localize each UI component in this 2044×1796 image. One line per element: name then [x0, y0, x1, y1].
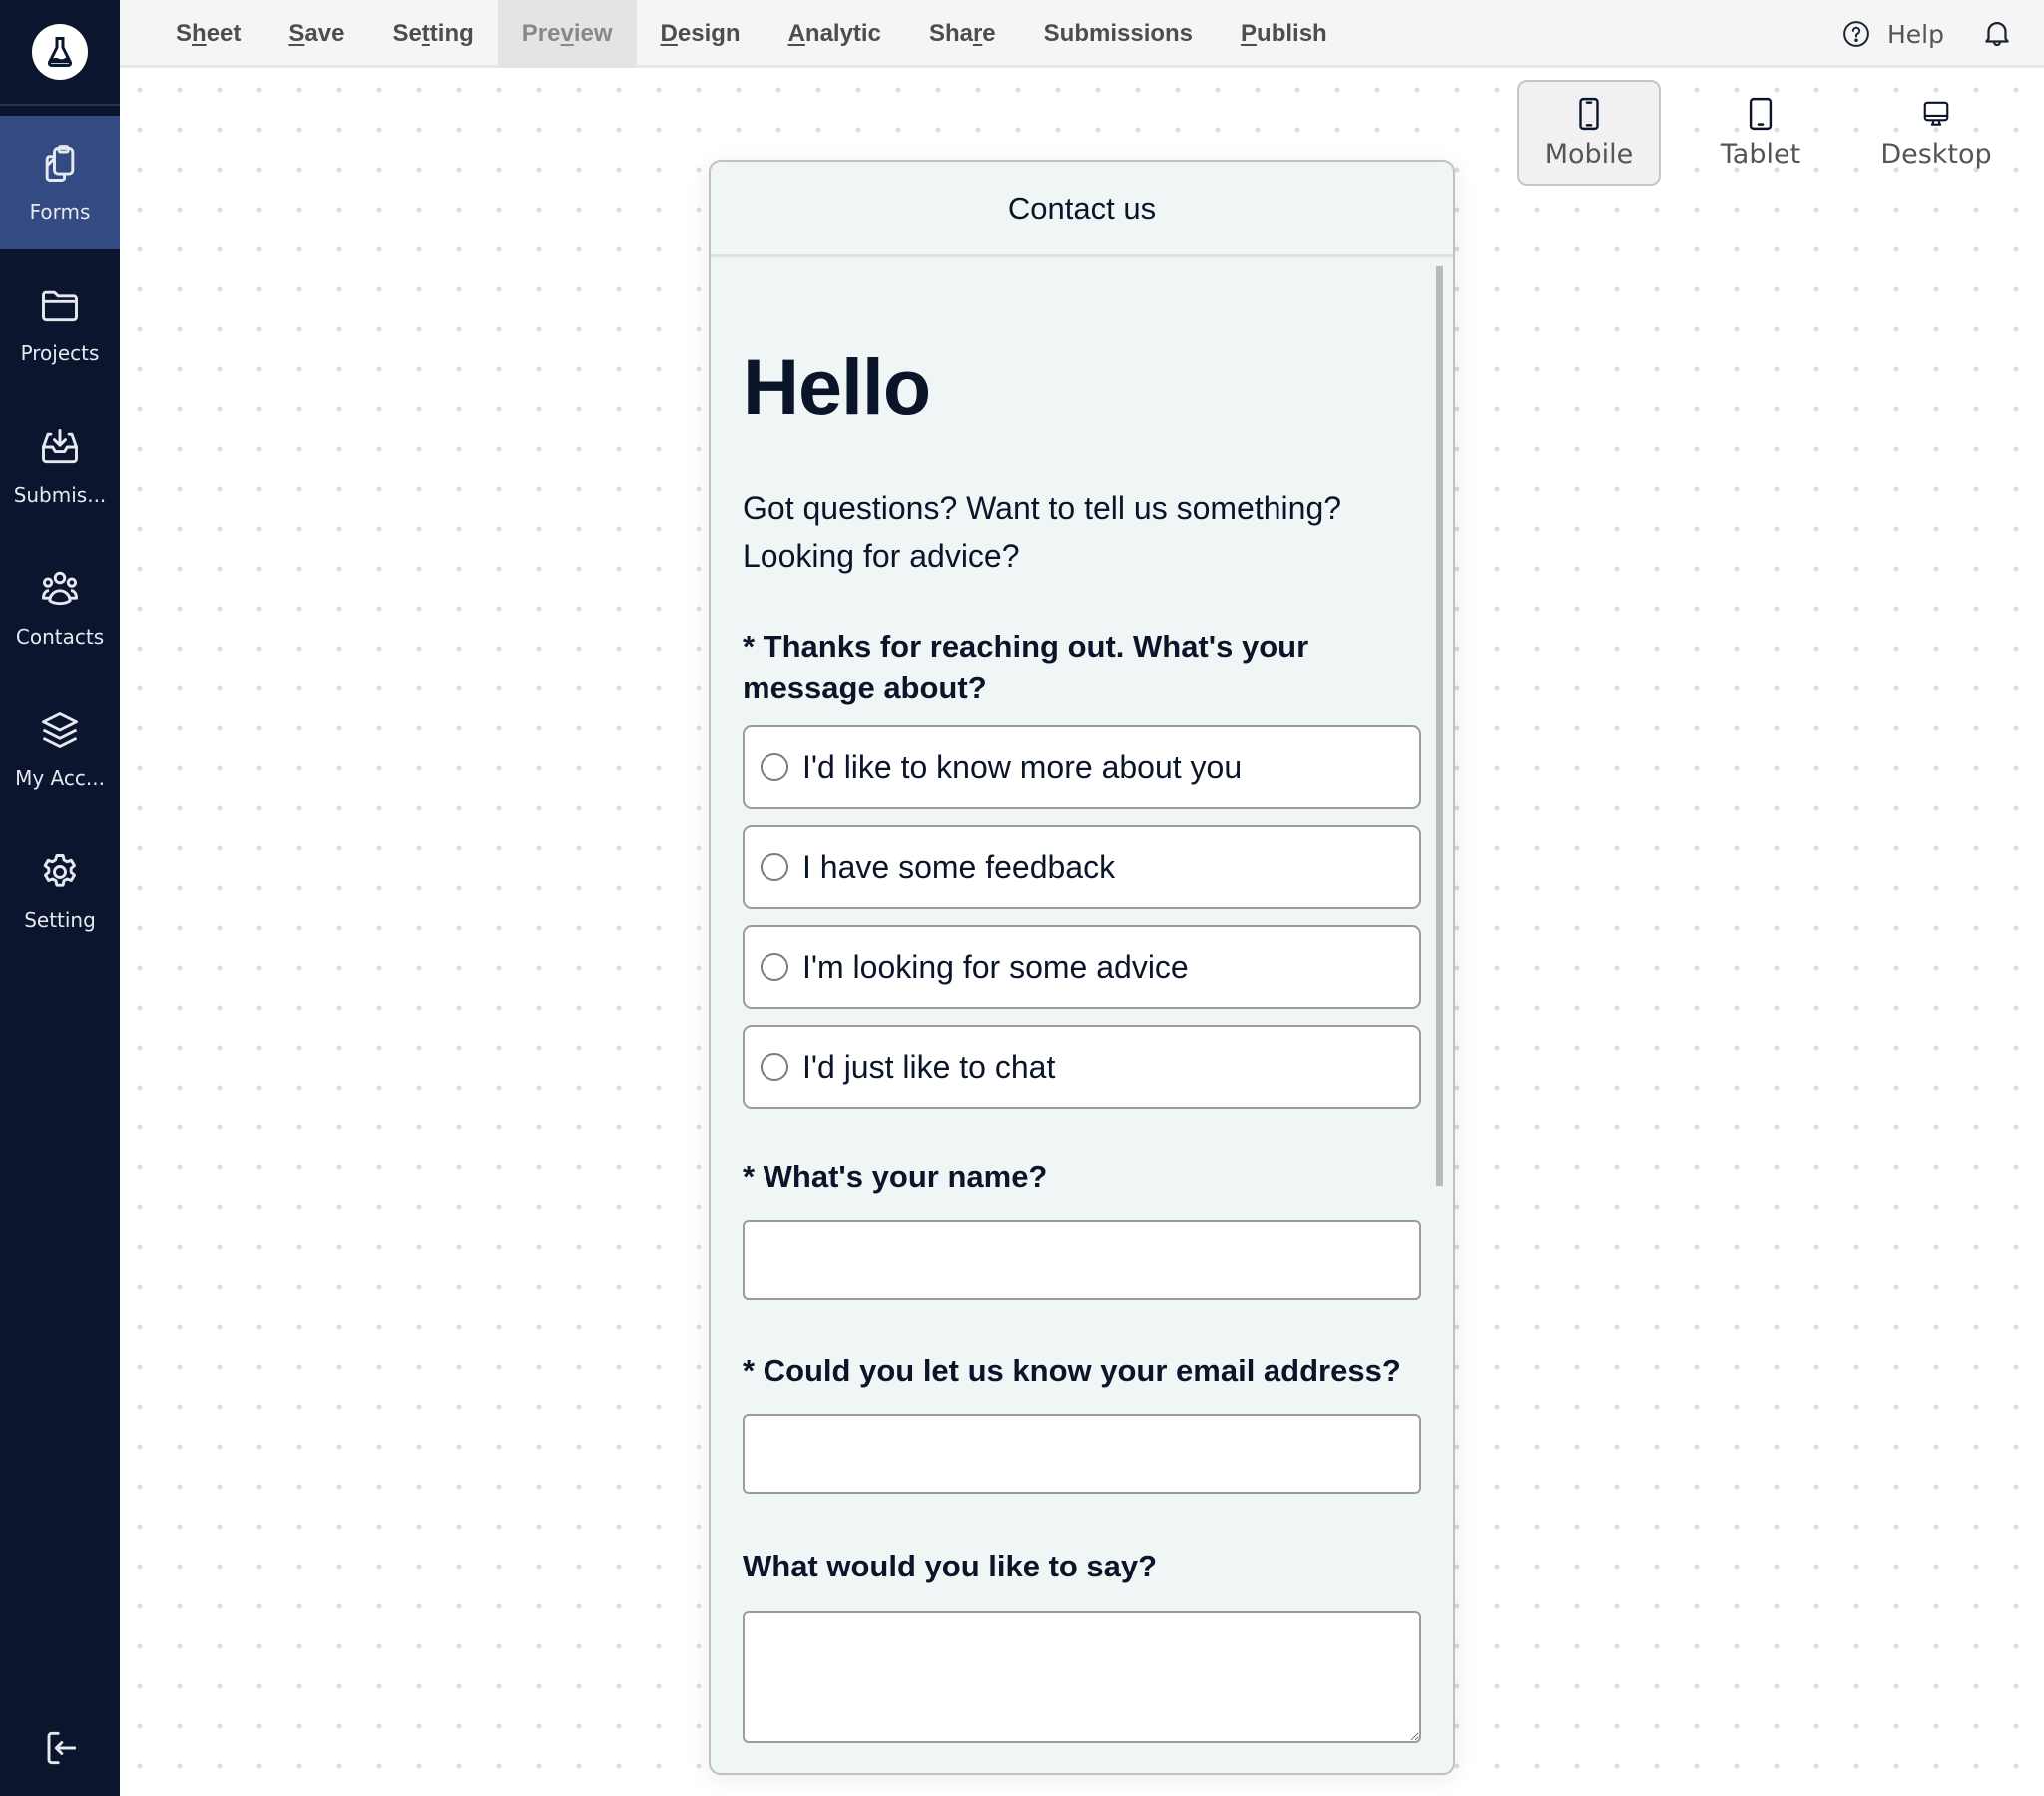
sidebar-item-projects[interactable]: Projects [0, 257, 120, 391]
form-title: Contact us [1007, 190, 1157, 225]
logout-button[interactable] [0, 1718, 120, 1778]
message-textarea[interactable] [743, 1611, 1421, 1743]
mobile-preview-frame: Contact us Hello Got questions? Want to … [709, 160, 1455, 1775]
sidebar-item-label: Contacts [15, 625, 105, 649]
email-input[interactable] [743, 1414, 1421, 1494]
help-label: Help [1887, 19, 1944, 49]
form-intro: Got questions? Want to tell us something… [743, 484, 1421, 580]
radio-option-label: I'd like to know more about you [802, 748, 1243, 785]
layers-icon [42, 712, 78, 748]
bell-icon[interactable] [1980, 16, 2014, 50]
menu-preview[interactable]: Pre v iew [497, 0, 637, 68]
radio-option[interactable]: I'd like to know more about you [743, 725, 1421, 809]
menu-submissions[interactable]: Submissions [1020, 0, 1217, 68]
menu-save[interactable]: Save [264, 0, 368, 68]
device-label: Mobile [1544, 138, 1634, 170]
menu-label: esign [677, 20, 741, 47]
form-title-bar: Contact us [711, 162, 1453, 257]
radio-option[interactable]: I'd just like to chat [743, 1025, 1421, 1109]
device-tablet-button[interactable]: Tablet [1689, 80, 1832, 186]
flask-icon[interactable] [32, 24, 88, 80]
sidebar-item-my-account[interactable]: My Acc... [0, 682, 120, 816]
menu-design[interactable]: Design [637, 0, 765, 68]
question-message-label: What would you like to say? [743, 1549, 1158, 1583]
device-desktop-button[interactable]: Desktop [1864, 80, 2008, 186]
menu-label: Submissions [1043, 20, 1194, 47]
help-circle-icon [1843, 21, 1869, 47]
preview-scrollbar[interactable] [1436, 266, 1443, 1186]
sidebar-item-contacts[interactable]: Contacts [0, 541, 120, 674]
menu-publish[interactable]: Publish [1217, 0, 1351, 68]
radio-option-label: I'm looking for some advice [802, 948, 1189, 985]
question-message-topic-label: * Thanks for reaching out. What's your m… [743, 629, 1309, 705]
menu-analytic[interactable]: Analytic [765, 0, 905, 68]
sidebar-item-label: My Acc... [15, 766, 105, 790]
menu-shortcut-letter: A [787, 20, 805, 47]
device-mobile-button[interactable]: Mobile [1517, 80, 1661, 186]
menu-shortcut-letter: r [972, 20, 983, 47]
menu-setting[interactable]: Se t ting [368, 0, 497, 68]
menu-share[interactable]: Sha r e [905, 0, 1020, 68]
folder-icon [42, 290, 78, 322]
sidebar-item-submissions[interactable]: Submis... [0, 399, 120, 533]
sidebar: Forms Projects Submis... Contacts My Acc… [0, 0, 120, 1796]
logout-icon [47, 1731, 77, 1765]
menu-shortcut-letter: h [192, 20, 207, 47]
menu-label: eet [206, 20, 242, 47]
name-input[interactable] [743, 1220, 1421, 1300]
sidebar-item-forms[interactable]: Forms [0, 116, 120, 249]
question-email-label: * Could you let us know your email addre… [743, 1353, 1401, 1388]
menu-shortcut-letter: S [288, 20, 305, 47]
menu-label: ublish [1257, 20, 1327, 47]
users-group-icon [42, 571, 78, 606]
form-heading: Hello [743, 342, 931, 431]
radio-button[interactable] [761, 753, 788, 781]
intro-text: Looking for advice? [743, 538, 1020, 574]
mobile-icon [1579, 97, 1599, 130]
menu-label: ave [304, 20, 345, 47]
radio-option[interactable]: I'm looking for some advice [743, 925, 1421, 1009]
radio-option[interactable]: I have some feedback [743, 825, 1421, 909]
message-topic-radio-group: I'd like to know more about you I have s… [743, 725, 1421, 1109]
question-name-label: * What's your name? [743, 1159, 1048, 1194]
desktop-icon [1923, 101, 1949, 126]
menu-label: S [176, 20, 193, 47]
clipboard-copy-icon [45, 145, 75, 182]
menu-shortcut-letter: v [560, 20, 574, 47]
help-button[interactable]: Help [1841, 0, 1944, 68]
device-label: Tablet [1720, 138, 1801, 170]
contact-form: Hello Got questions? Want to tell us som… [743, 257, 1421, 1743]
menu-shortcut-letter: t [421, 20, 430, 47]
menu-label: iew [573, 20, 613, 47]
menu-label: ting [429, 20, 474, 47]
device-label: Desktop [1880, 138, 1992, 170]
sidebar-item-label: Forms [29, 200, 91, 224]
radio-button[interactable] [761, 1053, 788, 1081]
inbox-download-icon [42, 429, 78, 464]
sidebar-item-setting[interactable]: Setting [0, 824, 120, 958]
menu-label: Sha [928, 20, 973, 47]
sidebar-item-label: Projects [20, 341, 100, 365]
menu-label: Se [392, 20, 422, 47]
logo-area [0, 0, 120, 106]
sidebar-item-label: Submis... [13, 483, 107, 507]
menu-label: e [982, 20, 996, 47]
sidebar-item-label: Setting [24, 908, 96, 932]
tablet-icon [1749, 97, 1773, 130]
radio-option-label: I have some feedback [802, 848, 1116, 885]
menu-label: Pre [521, 20, 561, 47]
radio-button[interactable] [761, 953, 788, 981]
top-menu-bar: Sh eet Save Se t ting Pre v iew Design Analyt… [120, 0, 2044, 68]
menu-label: nalytic [804, 20, 881, 47]
radio-button[interactable] [761, 853, 788, 881]
gear-icon [43, 854, 76, 887]
radio-option-label: I'd just like to chat [802, 1048, 1056, 1085]
menu-shortcut-letter: P [1241, 20, 1258, 47]
menu-shortcut-letter: D [660, 20, 678, 47]
menu-sheet[interactable]: Sh eet [120, 0, 264, 68]
main-menu: Sh eet Save Se t ting Pre v iew Design Analyt… [120, 0, 1351, 68]
intro-text: Got questions? Want to tell us something… [743, 490, 1342, 526]
device-selector: Mobile Tablet Desktop [1517, 80, 2008, 186]
